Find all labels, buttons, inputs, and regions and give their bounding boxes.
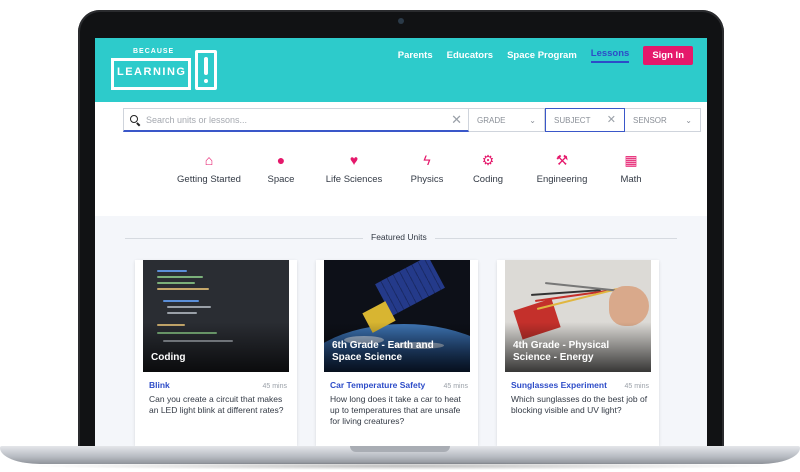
featured-cards: Coding Blink 45 mins Can you create a ci… — [135, 260, 675, 446]
unit-caption: 6th Grade - Earth and Space Science — [332, 340, 434, 363]
logo-top-text: BECAUSE — [133, 48, 175, 55]
because-learning-logo[interactable]: BECAUSE LEARNING — [111, 46, 219, 92]
coding-unit-image: Coding — [143, 260, 289, 372]
chevron-down-icon: ⌄ — [685, 115, 692, 125]
subject-engineering[interactable]: ⚒ Engineering — [519, 152, 605, 192]
subject-math[interactable]: ▦ Math — [605, 152, 657, 192]
site-header: BECAUSE LEARNING Parents Educators Space… — [95, 38, 707, 102]
sensor-filter[interactable]: SENSOR ⌄ — [625, 108, 701, 132]
lesson-description: Can you create a circuit that makes an L… — [149, 394, 284, 415]
physics-unit-image: 4th Grade - Physical Science - Energy — [505, 260, 651, 372]
subject-physics[interactable]: ϟ Physics — [397, 152, 457, 192]
subject-nav: ⌂ Getting Started ● Space ♥ Life Science… — [167, 152, 667, 192]
lightning-icon: ϟ — [423, 152, 431, 168]
nav-parents[interactable]: Parents — [398, 50, 433, 61]
globe-icon: ● — [276, 152, 286, 168]
subject-filter[interactable]: SUBJECT ✕ — [545, 108, 625, 132]
unit-caption: Coding — [151, 352, 186, 363]
sensor-filter-label: SENSOR — [633, 115, 667, 125]
subject-label: Coding — [472, 174, 504, 185]
search-icon — [130, 114, 140, 125]
unit-card[interactable]: 4th Grade - Physical Science - Energy Su… — [497, 260, 659, 446]
home-icon: ⌂ — [204, 152, 214, 168]
logo-main-text: LEARNING — [117, 66, 187, 78]
search-bar: ✕ GRADE ⌄ SUBJECT ✕ SENSOR ⌄ — [123, 108, 701, 132]
webcam — [398, 18, 404, 24]
search-box[interactable]: ✕ — [123, 108, 469, 132]
exclamation-icon — [195, 50, 217, 90]
lesson-description: Which sunglasses do the best job of bloc… — [511, 394, 648, 415]
subject-space[interactable]: ● Space — [251, 152, 311, 192]
subject-label: Life Sciences — [325, 174, 383, 185]
nav-educators[interactable]: Educators — [447, 50, 493, 61]
gavel-icon: ⚒ — [555, 152, 569, 168]
grade-filter[interactable]: GRADE ⌄ — [469, 108, 545, 132]
featured-title: Featured Units — [363, 232, 435, 242]
nav-space-program[interactable]: Space Program — [507, 50, 577, 61]
subject-coding[interactable]: ⚙ Coding — [457, 152, 519, 192]
unit-caption: 4th Grade - Physical Science - Energy — [513, 340, 610, 363]
lesson-preview: Sunglasses Experiment 45 mins Which sung… — [511, 380, 649, 416]
unit-card[interactable]: Coding Blink 45 mins Can you create a ci… — [135, 260, 297, 446]
subject-label: Physics — [410, 174, 444, 185]
subject-getting-started[interactable]: ⌂ Getting Started — [167, 152, 251, 192]
unit-card[interactable]: 6th Grade - Earth and Space Science Car … — [316, 260, 478, 446]
lesson-title[interactable]: Sunglasses Experiment — [511, 380, 607, 390]
main-nav: Parents Educators Space Program Lessons … — [398, 45, 693, 65]
lesson-description: How long does it take a car to heat up t… — [330, 394, 461, 426]
sign-in-button[interactable]: Sign In — [643, 45, 693, 65]
subject-life-sciences[interactable]: ♥ Life Sciences — [311, 152, 397, 192]
grid-icon: ▦ — [624, 152, 638, 168]
chevron-down-icon: ⌄ — [529, 115, 536, 125]
subject-filter-label: SUBJECT — [554, 115, 591, 125]
lesson-preview: Car Temperature Safety 45 mins How long … — [330, 380, 468, 427]
subject-label: Math — [620, 174, 642, 185]
search-input[interactable] — [146, 114, 452, 125]
laptop-notch — [350, 446, 450, 452]
laptop-shadow — [20, 462, 780, 470]
clear-search-icon[interactable]: ✕ — [451, 113, 462, 126]
lesson-duration: 45 mins — [443, 383, 468, 390]
gears-icon: ⚙ — [481, 152, 495, 168]
lesson-duration: 45 mins — [262, 383, 287, 390]
lesson-duration: 45 mins — [624, 383, 649, 390]
subject-label: Engineering — [536, 174, 588, 185]
heartbeat-icon: ♥ — [349, 152, 359, 168]
subject-label: Space — [267, 174, 295, 185]
grade-filter-label: GRADE — [477, 115, 506, 125]
nav-lessons[interactable]: Lessons — [590, 48, 630, 63]
subject-label: Getting Started — [177, 174, 241, 185]
space-unit-image: 6th Grade - Earth and Space Science — [324, 260, 470, 372]
lesson-title[interactable]: Car Temperature Safety — [330, 380, 425, 390]
lesson-preview: Blink 45 mins Can you create a circuit t… — [149, 380, 287, 416]
browser-screen: BECAUSE LEARNING Parents Educators Space… — [95, 38, 707, 446]
lesson-title[interactable]: Blink — [149, 380, 170, 390]
clear-subject-icon[interactable]: ✕ — [607, 114, 616, 126]
